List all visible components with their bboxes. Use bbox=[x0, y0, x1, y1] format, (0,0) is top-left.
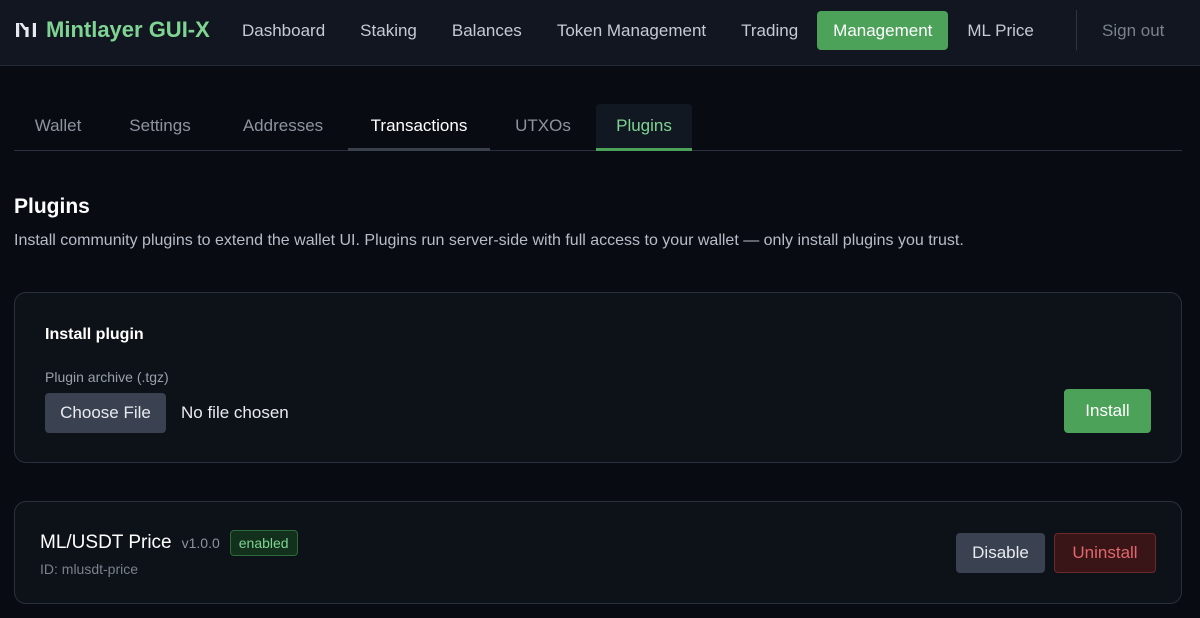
brand[interactable]: Mintlayer GUI-X bbox=[16, 0, 210, 60]
page-title: Plugins bbox=[14, 195, 90, 218]
plugin-name: ML/USDT Price bbox=[40, 532, 172, 553]
plugin-archive-label: Plugin archive (.tgz) bbox=[45, 369, 169, 385]
tab-plugins[interactable]: Plugins bbox=[596, 104, 692, 151]
nav-management[interactable]: Management bbox=[817, 11, 949, 50]
choose-file-button[interactable]: Choose File bbox=[45, 393, 166, 433]
plugin-header: ML/USDT Price v1.0.0 enabled bbox=[40, 530, 298, 556]
install-plugin-card: Install plugin Plugin archive (.tgz) Cho… bbox=[14, 292, 1182, 463]
uninstall-button[interactable]: Uninstall bbox=[1054, 533, 1156, 573]
tab-utxos[interactable]: UTXOs bbox=[490, 104, 596, 151]
disable-button[interactable]: Disable bbox=[956, 533, 1045, 573]
plugin-version: v1.0.0 bbox=[181, 535, 220, 551]
top-bar: Mintlayer GUI-X Dashboard Staking Balanc… bbox=[0, 0, 1200, 66]
plugin-card: ML/USDT Price v1.0.0 enabled ID: mlusdt-… bbox=[14, 501, 1182, 604]
nav-ml-price[interactable]: ML Price bbox=[951, 11, 1049, 50]
install-button[interactable]: Install bbox=[1064, 389, 1151, 433]
main-nav: Dashboard Staking Balances Token Managem… bbox=[226, 11, 1053, 50]
install-plugin-title: Install plugin bbox=[45, 326, 144, 343]
file-status-text: No file chosen bbox=[181, 403, 289, 422]
nav-dashboard[interactable]: Dashboard bbox=[226, 11, 341, 50]
nav-balances[interactable]: Balances bbox=[436, 11, 538, 50]
status-badge: enabled bbox=[229, 530, 298, 556]
nav-trading[interactable]: Trading bbox=[725, 11, 814, 50]
plugin-id: ID: mlusdt-price bbox=[40, 561, 139, 577]
management-tabs: Wallet Settings Addresses Transactions U… bbox=[14, 104, 1182, 151]
tab-settings[interactable]: Settings bbox=[102, 104, 218, 151]
mintlayer-logo-icon bbox=[16, 23, 36, 37]
tab-transactions[interactable]: Transactions bbox=[348, 104, 490, 151]
sign-out-button[interactable]: Sign out bbox=[1102, 11, 1164, 50]
nav-divider bbox=[1076, 10, 1077, 50]
nav-token-management[interactable]: Token Management bbox=[541, 11, 722, 50]
app-name: Mintlayer GUI-X bbox=[46, 17, 210, 42]
tab-addresses[interactable]: Addresses bbox=[218, 104, 348, 151]
tab-wallet[interactable]: Wallet bbox=[14, 104, 102, 151]
nav-staking[interactable]: Staking bbox=[344, 11, 433, 50]
page-description: Install community plugins to extend the … bbox=[14, 232, 964, 249]
